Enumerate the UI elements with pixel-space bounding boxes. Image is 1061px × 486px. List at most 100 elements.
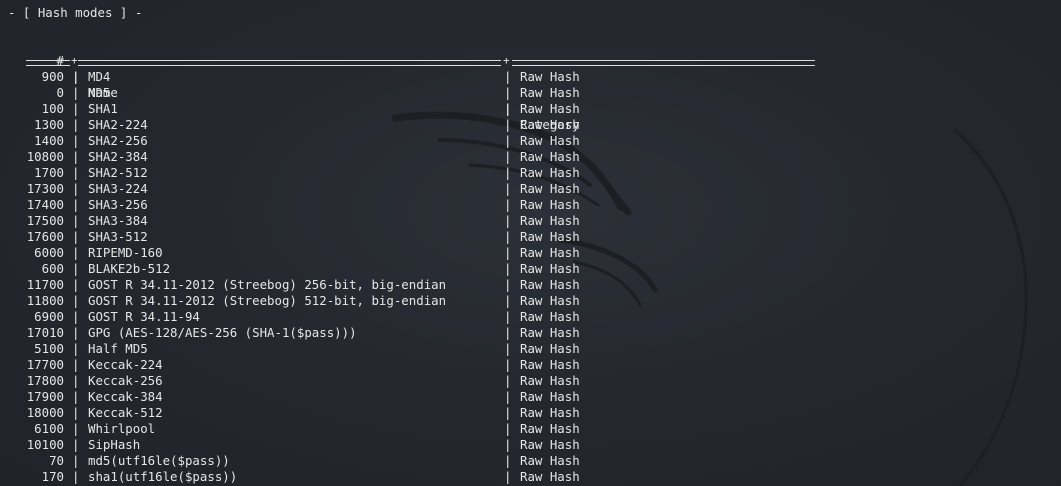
column-separator: |	[504, 277, 512, 292]
hash-mode-name: md5(utf16le($pass))	[88, 453, 230, 468]
hash-mode-number: 1700	[34, 165, 64, 180]
hash-mode-number: 6100	[34, 421, 64, 436]
hash-mode-number: 170	[41, 469, 64, 484]
hash-mode-category: Raw Hash	[520, 133, 580, 148]
hash-mode-name: sha1(utf16le($pass))	[88, 469, 238, 484]
table-row: 1300 | SHA2-224 | Raw Hash	[0, 117, 1061, 133]
hash-mode-number: 17900	[26, 389, 64, 404]
column-separator: |	[504, 181, 512, 196]
table-row: 17400 | SHA3-256 | Raw Hash	[0, 197, 1061, 213]
hash-mode-category: Raw Hash	[520, 293, 580, 308]
column-separator: |	[72, 357, 80, 372]
column-separator: |	[72, 373, 80, 388]
header-rule	[78, 60, 501, 66]
hash-modes-title: - [ Hash modes ] -	[8, 5, 143, 20]
hash-mode-number: 6900	[34, 309, 64, 324]
column-separator: |	[504, 85, 512, 100]
column-separator: |	[504, 373, 512, 388]
table-row: 10100 | SipHash | Raw Hash	[0, 437, 1061, 453]
hash-mode-category: Raw Hash	[520, 277, 580, 292]
table-row: 5100 | Half MD5 | Raw Hash	[0, 341, 1061, 357]
hash-mode-category: Raw Hash	[520, 245, 580, 260]
column-separator: |	[72, 293, 80, 308]
hash-mode-category: Raw Hash	[520, 437, 580, 452]
hash-mode-name: Keccak-224	[88, 357, 163, 372]
hash-mode-name: SHA2-384	[88, 149, 148, 164]
column-separator: |	[504, 245, 512, 260]
column-separator: |	[504, 149, 512, 164]
hash-mode-name: GPG (AES-128/AES-256 (SHA-1($pass)))	[88, 325, 357, 340]
hash-mode-category: Raw Hash	[520, 213, 580, 228]
column-separator: |	[72, 437, 80, 452]
table-row: 70 | md5(utf16le($pass)) | Raw Hash	[0, 453, 1061, 469]
table-row: 11700 | GOST R 34.11-2012 (Streebog) 256-b…	[0, 277, 1061, 293]
hash-mode-category: Raw Hash	[520, 405, 580, 420]
hash-mode-number: 5100	[34, 341, 64, 356]
column-separator: |	[504, 229, 512, 244]
table-row: 17800 | Keccak-256 | Raw Hash	[0, 373, 1061, 389]
hash-mode-category: Raw Hash	[520, 421, 580, 436]
header-rule	[512, 60, 815, 66]
column-separator: |	[72, 453, 80, 468]
hash-mode-number: 17600	[26, 229, 64, 244]
hash-mode-name: MD4	[88, 69, 111, 84]
column-separator: |	[504, 69, 512, 84]
hash-mode-name: Keccak-384	[88, 389, 163, 404]
column-separator: |	[504, 453, 512, 468]
hash-mode-number: 11700	[26, 277, 64, 292]
table-header: # | Name | Category	[0, 37, 1061, 132]
hash-mode-number: 17500	[26, 213, 64, 228]
column-separator: |	[72, 405, 80, 420]
hash-mode-name: SHA2-224	[88, 117, 148, 132]
column-separator: |	[72, 421, 80, 436]
column-separator: |	[72, 165, 80, 180]
column-separator: |	[72, 277, 80, 292]
hash-mode-name: SHA3-256	[88, 197, 148, 212]
column-separator: |	[504, 437, 512, 452]
hash-mode-name: Keccak-256	[88, 373, 163, 388]
hash-mode-number: 1300	[34, 117, 64, 132]
hash-mode-number: 17800	[26, 373, 64, 388]
table-row: 10800 | SHA2-384 | Raw Hash	[0, 149, 1061, 165]
terminal-window[interactable]: - [ Hash modes ] - # | Name | Category +…	[0, 0, 1061, 486]
column-separator: |	[72, 117, 80, 132]
hash-mode-name: SHA3-512	[88, 229, 148, 244]
hash-mode-category: Raw Hash	[520, 181, 580, 196]
column-separator: |	[72, 469, 80, 484]
hash-mode-number: 10800	[26, 149, 64, 164]
column-separator: |	[504, 293, 512, 308]
hash-mode-number: 17700	[26, 357, 64, 372]
table-row: 17500 | SHA3-384 | Raw Hash	[0, 213, 1061, 229]
table-row: 170 | sha1(utf16le($pass)) | Raw Hash	[0, 469, 1061, 485]
hash-mode-category: Raw Hash	[520, 229, 580, 244]
column-separator: |	[72, 325, 80, 340]
column-separator: |	[504, 117, 512, 132]
column-separator: |	[72, 69, 80, 84]
hash-mode-category: Raw Hash	[520, 117, 580, 132]
column-separator: |	[72, 245, 80, 260]
column-separator: |	[72, 213, 80, 228]
table-row: 17600 | SHA3-512 | Raw Hash	[0, 229, 1061, 245]
hash-mode-name: SHA2-512	[88, 165, 148, 180]
hash-mode-number: 17400	[26, 197, 64, 212]
hash-mode-name: GOST R 34.11-2012 (Streebog) 512-bit, bi…	[88, 293, 447, 308]
hash-mode-number: 18000	[26, 405, 64, 420]
hash-mode-name: SHA3-224	[88, 181, 148, 196]
column-separator: |	[72, 197, 80, 212]
hash-mode-category: Raw Hash	[520, 165, 580, 180]
hash-mode-category: Raw Hash	[520, 101, 580, 116]
rule-junction: +	[503, 54, 510, 67]
hash-mode-category: Raw Hash	[520, 197, 580, 212]
column-separator: |	[504, 325, 512, 340]
column-separator: |	[72, 261, 80, 276]
hash-mode-number: 17010	[26, 325, 64, 340]
hash-mode-name: SipHash	[88, 437, 141, 452]
hash-mode-number: 6000	[34, 245, 64, 260]
rule-junction: +	[71, 54, 78, 67]
hash-mode-name: Half MD5	[88, 341, 148, 356]
column-separator: |	[504, 101, 512, 116]
hash-mode-name: BLAKE2b-512	[88, 261, 171, 276]
column-separator: |	[504, 309, 512, 324]
column-separator: |	[72, 85, 80, 100]
column-separator: |	[504, 133, 512, 148]
